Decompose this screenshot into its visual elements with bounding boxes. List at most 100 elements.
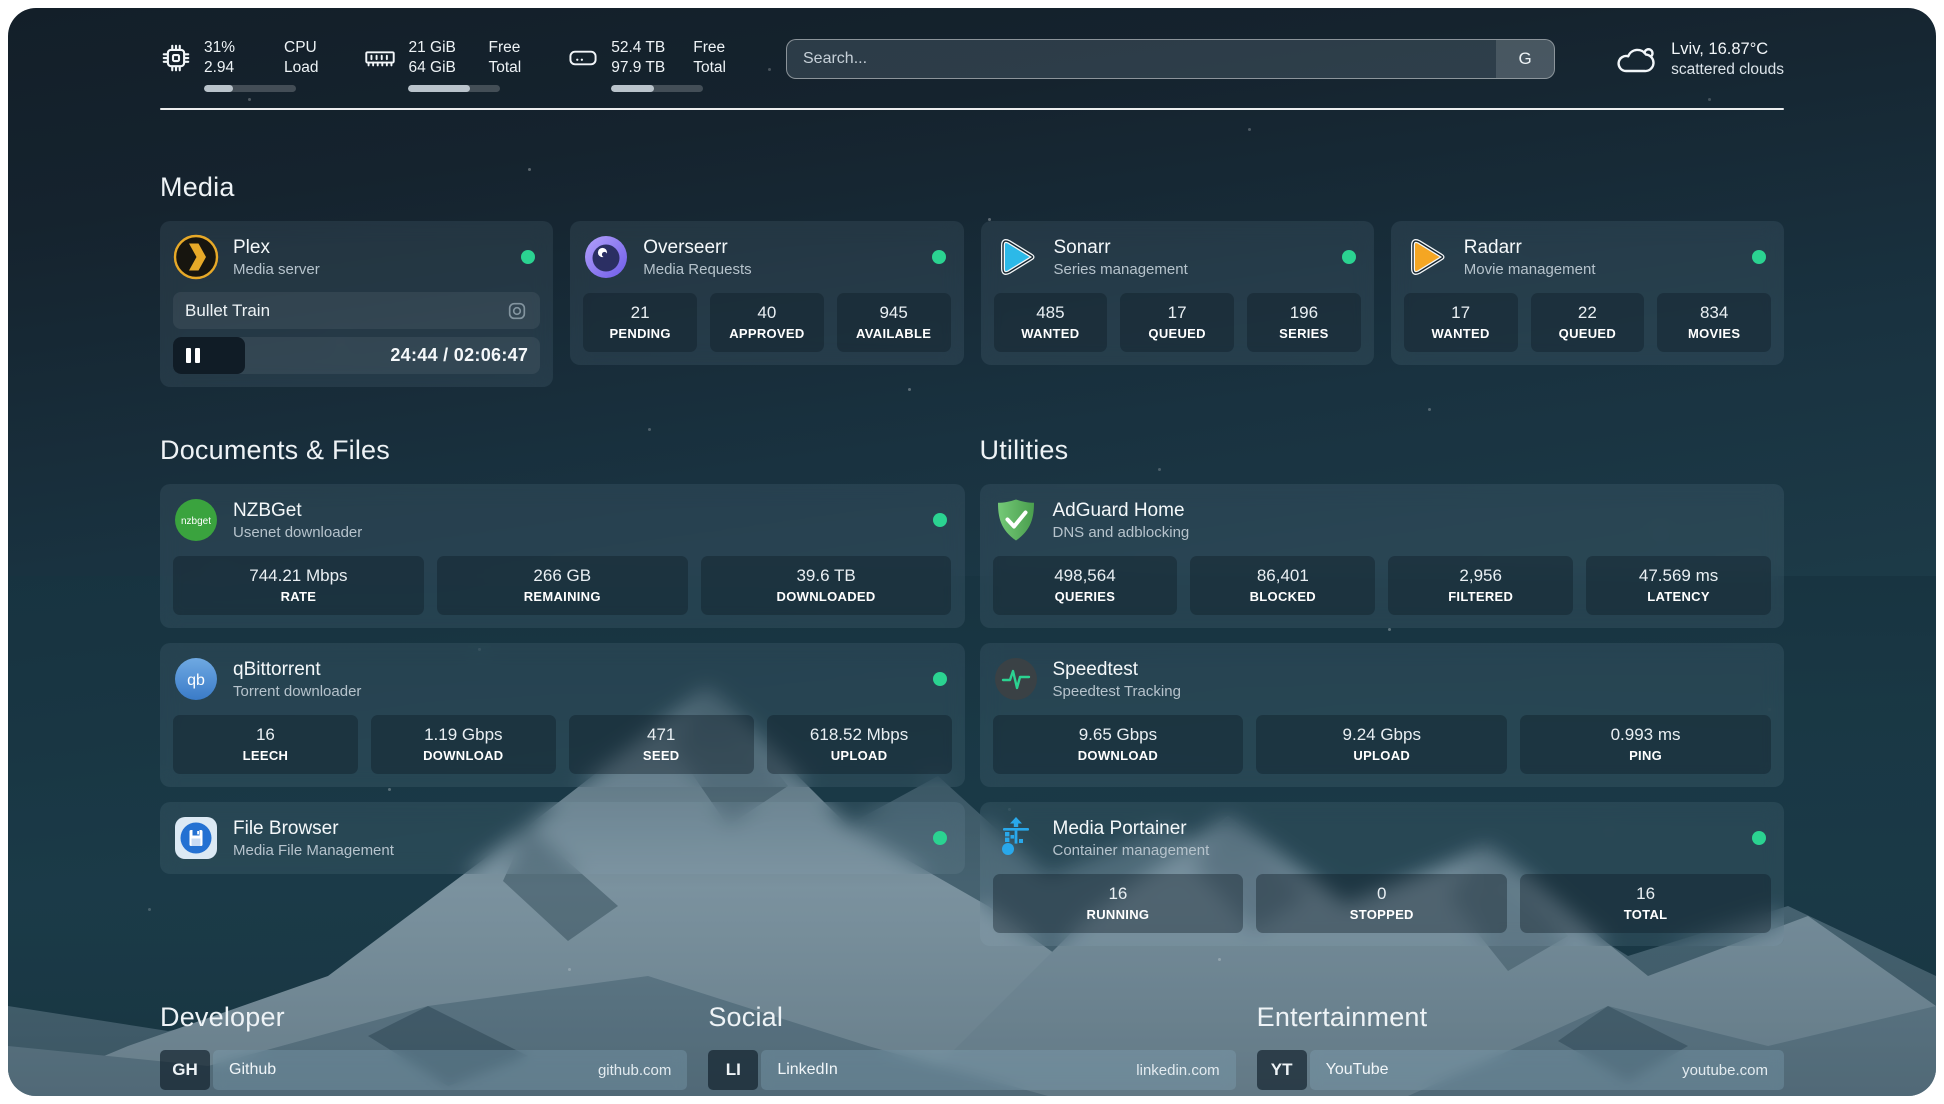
cpu-usage-label: CPU bbox=[284, 38, 318, 58]
search-input[interactable] bbox=[787, 40, 1496, 78]
stat-download: 1.19 GbpsDOWNLOAD bbox=[371, 715, 556, 774]
disk-progress-bar bbox=[611, 85, 703, 92]
bookmark-abbr: LI bbox=[708, 1050, 758, 1090]
service-name: Radarr bbox=[1464, 236, 1596, 260]
stat-downloaded: 39.6 TBDOWNLOADED bbox=[701, 556, 952, 615]
overseerr-icon bbox=[583, 234, 629, 280]
radarr-card[interactable]: Radarr Movie management 17WANTED 22QUEUE… bbox=[1391, 221, 1784, 365]
plex-icon bbox=[173, 234, 219, 280]
service-desc: Usenet downloader bbox=[233, 523, 362, 542]
bookmarks-social: Social LI LinkedIn linkedin.com TW Twitt… bbox=[708, 1002, 1235, 1096]
disk-resource-widget: 52.4 TB 97.9 TB Free Total bbox=[567, 38, 726, 92]
bookmark-name: YouTube bbox=[1326, 1061, 1389, 1079]
topbar-divider bbox=[160, 108, 1784, 110]
stat-ping: 0.993 msPING bbox=[1520, 715, 1771, 774]
status-dot bbox=[933, 831, 947, 845]
service-desc: Series management bbox=[1054, 260, 1188, 279]
cpu-load-label: Load bbox=[284, 58, 318, 78]
svg-text:qb: qb bbox=[187, 672, 205, 689]
section-title-entertainment: Entertainment bbox=[1257, 1002, 1784, 1033]
stat-total: 16TOTAL bbox=[1520, 874, 1771, 933]
service-desc: DNS and adblocking bbox=[1053, 523, 1190, 542]
status-dot bbox=[1752, 250, 1766, 264]
dashboard-window: 31% 2.94 CPU Load bbox=[8, 8, 1936, 1096]
cpu-icon bbox=[160, 42, 192, 74]
memory-resource-widget: 21 GiB 64 GiB Free Total bbox=[364, 38, 521, 92]
filebrowser-card[interactable]: File Browser Media File Management bbox=[160, 802, 965, 874]
documents-column: Documents & Files nzbget bbox=[160, 435, 965, 946]
svg-text:nzbget: nzbget bbox=[181, 516, 211, 527]
section-title-social: Social bbox=[708, 1002, 1235, 1033]
bookmark-url: github.com bbox=[598, 1062, 671, 1079]
section-title-media: Media bbox=[160, 172, 1784, 203]
bookmark-url: youtube.com bbox=[1682, 1062, 1768, 1079]
status-dot bbox=[932, 250, 946, 264]
disk-total-value: 97.9 TB bbox=[611, 58, 665, 78]
ram-total-value: 64 GiB bbox=[408, 58, 460, 78]
cpu-resource-widget: 31% 2.94 CPU Load bbox=[160, 38, 318, 92]
stat-running: 16RUNNING bbox=[993, 874, 1244, 933]
adguard-card[interactable]: AdGuard Home DNS and adblocking 498,564Q… bbox=[980, 484, 1785, 628]
stat-download: 9.65 GbpsDOWNLOAD bbox=[993, 715, 1244, 774]
stat-seed: 471SEED bbox=[569, 715, 754, 774]
cloud-icon bbox=[1613, 40, 1657, 80]
stat-available: 945AVAILABLE bbox=[837, 293, 951, 352]
sonarr-icon bbox=[994, 234, 1040, 280]
cpu-progress-bar bbox=[204, 85, 296, 92]
service-name: Overseerr bbox=[643, 236, 751, 260]
stat-queued: 17QUEUED bbox=[1120, 293, 1234, 352]
bookmark-name: Github bbox=[229, 1061, 276, 1079]
bookmark-youtube[interactable]: YT YouTube youtube.com bbox=[1257, 1050, 1784, 1090]
cpu-load-value: 2.94 bbox=[204, 58, 256, 78]
stat-rate: 744.21 MbpsRATE bbox=[173, 556, 424, 615]
bookmark-linkedin[interactable]: LI LinkedIn linkedin.com bbox=[708, 1050, 1235, 1090]
disk-total-label: Total bbox=[693, 58, 726, 78]
playback-progress-bar: 24:44 / 02:06:47 bbox=[173, 337, 540, 374]
top-bar: 31% 2.94 CPU Load bbox=[160, 8, 1784, 92]
qbittorrent-card[interactable]: qb qBittorrent Torrent downloader bbox=[160, 643, 965, 787]
plex-card[interactable]: Plex Media server Bullet Train bbox=[160, 221, 553, 387]
radarr-icon bbox=[1404, 234, 1450, 280]
stat-queries: 498,564QUERIES bbox=[993, 556, 1178, 615]
section-title-developer: Developer bbox=[160, 1002, 687, 1033]
bookmark-url: linkedin.com bbox=[1136, 1062, 1219, 1079]
speedtest-card[interactable]: Speedtest Speedtest Tracking 9.65 GbpsDO… bbox=[980, 643, 1785, 787]
overseerr-card[interactable]: Overseerr Media Requests 21PENDING 40APP… bbox=[570, 221, 963, 365]
service-desc: Container management bbox=[1053, 841, 1210, 860]
stat-filtered: 2,956FILTERED bbox=[1388, 556, 1573, 615]
bookmark-github[interactable]: GH Github github.com bbox=[160, 1050, 687, 1090]
portainer-card[interactable]: Media Portainer Container management 16R… bbox=[980, 802, 1785, 946]
stat-wanted: 17WANTED bbox=[1404, 293, 1518, 352]
now-playing-row: Bullet Train bbox=[173, 292, 540, 329]
nzbget-card[interactable]: nzbget NZBGet Usenet downloader 74 bbox=[160, 484, 965, 628]
stat-pending: 21PENDING bbox=[583, 293, 697, 352]
portainer-icon bbox=[993, 815, 1039, 861]
stat-wanted: 485WANTED bbox=[994, 293, 1108, 352]
stat-upload: 618.52 MbpsUPLOAD bbox=[767, 715, 952, 774]
qbittorrent-icon: qb bbox=[173, 656, 219, 702]
stat-latency: 47.569 msLATENCY bbox=[1586, 556, 1771, 615]
disk-free-value: 52.4 TB bbox=[611, 38, 665, 58]
section-title-utilities: Utilities bbox=[980, 435, 1785, 466]
stat-remaining: 266 GBREMAINING bbox=[437, 556, 688, 615]
service-name: Sonarr bbox=[1054, 236, 1188, 260]
service-desc: Media server bbox=[233, 260, 320, 279]
stat-leech: 16LEECH bbox=[173, 715, 358, 774]
pause-button[interactable] bbox=[186, 348, 200, 363]
service-desc: Movie management bbox=[1464, 260, 1596, 279]
stat-stopped: 0STOPPED bbox=[1256, 874, 1507, 933]
now-playing-session-icon[interactable] bbox=[506, 300, 528, 322]
service-desc: Torrent downloader bbox=[233, 682, 361, 701]
bookmarks-entertainment: Entertainment YT YouTube youtube.com NF … bbox=[1257, 1002, 1784, 1096]
status-dot bbox=[933, 513, 947, 527]
cpu-usage-value: 31% bbox=[204, 38, 256, 58]
search-provider-button[interactable]: G bbox=[1496, 40, 1554, 78]
ram-free-value: 21 GiB bbox=[408, 38, 460, 58]
ram-free-label: Free bbox=[488, 38, 521, 58]
sonarr-card[interactable]: Sonarr Series management 485WANTED 17QUE… bbox=[981, 221, 1374, 365]
weather-widget: Lviv, 16.87°C scattered clouds bbox=[1613, 39, 1784, 80]
service-name: NZBGet bbox=[233, 499, 362, 523]
service-name: qBittorrent bbox=[233, 658, 361, 682]
status-dot bbox=[521, 250, 535, 264]
service-desc: Speedtest Tracking bbox=[1053, 682, 1181, 701]
